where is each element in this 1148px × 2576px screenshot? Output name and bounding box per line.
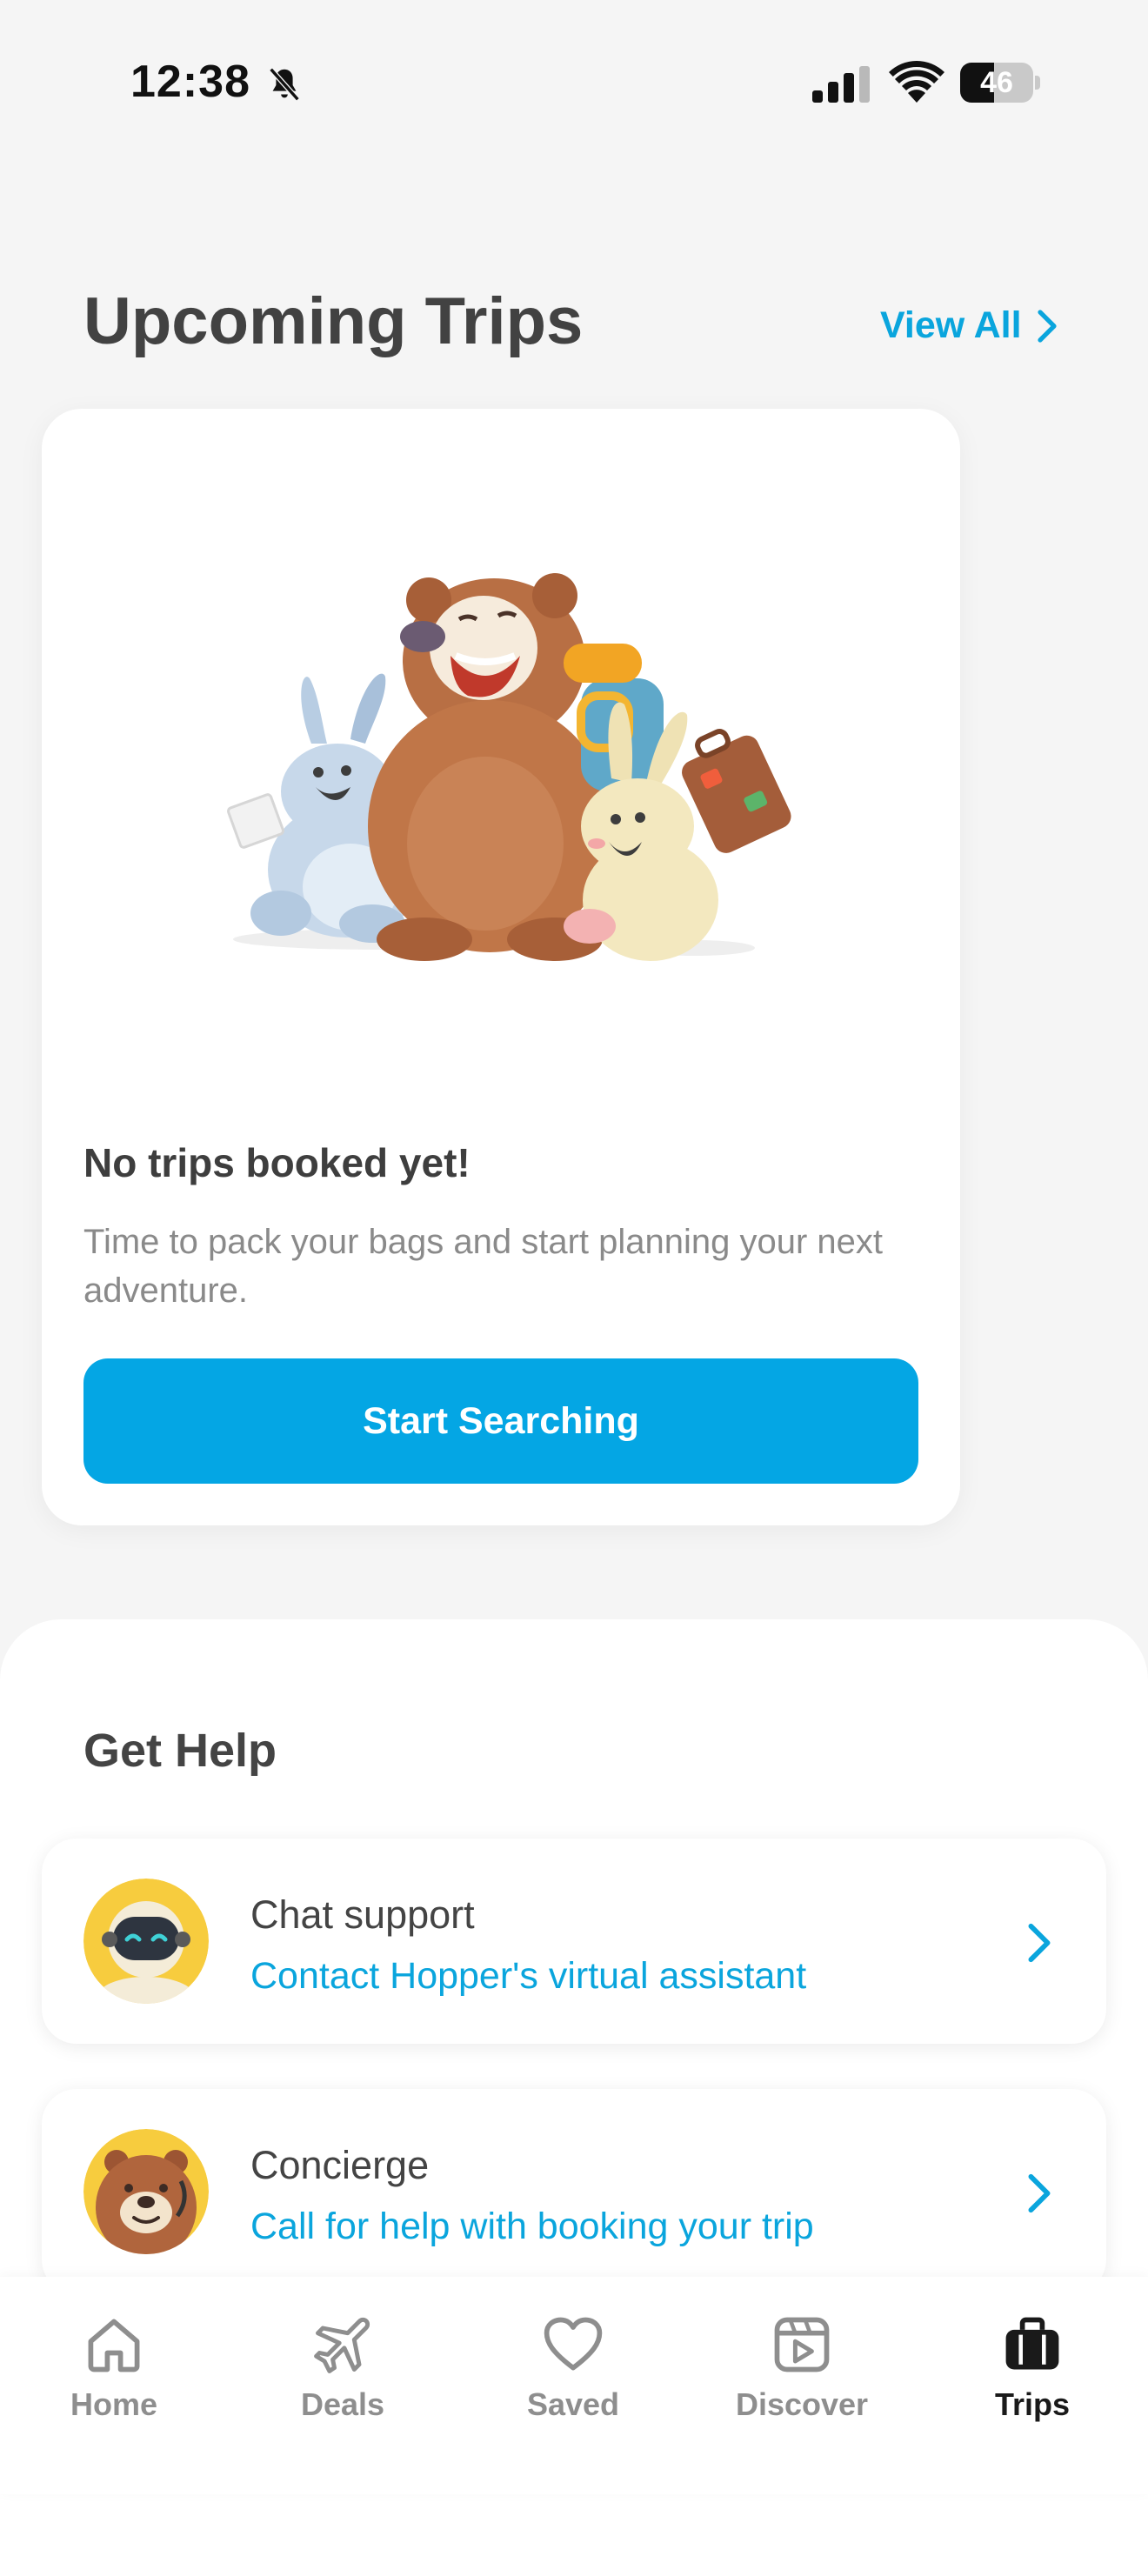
wifi-icon xyxy=(889,61,944,103)
start-searching-button[interactable]: Start Searching xyxy=(83,1358,918,1484)
bottom-tab-bar: Home Deals Saved Discover Trips xyxy=(0,2277,1148,2494)
page-title: Upcoming Trips xyxy=(83,284,584,358)
chevron-right-icon xyxy=(1028,2173,1051,2213)
concierge-title: Concierge xyxy=(250,2143,430,2187)
tab-home[interactable]: Home xyxy=(18,2312,210,2442)
plane-icon xyxy=(314,2317,370,2373)
status-time: 12:38 xyxy=(130,57,250,107)
video-icon xyxy=(774,2317,830,2372)
concierge-subtitle: Call for help with booking your trip xyxy=(250,2206,814,2247)
chat-support-card[interactable]: Chat support Contact Hopper's virtual as… xyxy=(42,1839,1106,2044)
tab-deals[interactable]: Deals xyxy=(247,2312,438,2442)
suitcase-icon xyxy=(1005,2317,1059,2370)
tab-discover[interactable]: Discover xyxy=(706,2312,898,2442)
heart-icon xyxy=(544,2317,603,2371)
tab-home-label: Home xyxy=(70,2386,158,2422)
chat-support-subtitle: Contact Hopper's virtual assistant xyxy=(250,1955,807,1997)
tab-trips-label: Trips xyxy=(994,2386,1071,2422)
status-bar: 12:38 46 xyxy=(0,0,1148,165)
travel-animals-illustration xyxy=(226,573,791,961)
tab-saved[interactable]: Saved xyxy=(477,2312,669,2442)
battery-icon: 46 xyxy=(960,63,1040,103)
view-all-label: View All xyxy=(880,304,1022,346)
home-icon xyxy=(88,2319,140,2372)
battery-level: 46 xyxy=(980,66,1013,99)
bell-slash-icon xyxy=(269,67,300,102)
chat-support-title: Chat support xyxy=(250,1892,475,1937)
chevron-right-icon xyxy=(1028,1923,1051,1963)
tab-deals-label: Deals xyxy=(300,2386,385,2422)
empty-state-description: Time to pack your bags and start plannin… xyxy=(83,1223,884,1310)
tab-trips[interactable]: Trips xyxy=(937,2312,1128,2442)
bear-avatar-icon xyxy=(83,2129,209,2254)
chevron-right-icon xyxy=(1037,309,1057,343)
cellular-signal-icon xyxy=(812,66,870,103)
view-all-link[interactable]: View All xyxy=(880,304,1060,347)
upcoming-trips-card: No trips booked yet! Time to pack your b… xyxy=(42,409,960,1525)
robot-avatar-icon xyxy=(83,1879,209,2004)
tab-discover-label: Discover xyxy=(735,2386,869,2422)
help-section-title: Get Help xyxy=(83,1725,277,1777)
tab-saved-label: Saved xyxy=(526,2386,620,2422)
concierge-card[interactable]: Concierge Call for help with booking you… xyxy=(42,2089,1106,2294)
empty-state-title: No trips booked yet! xyxy=(83,1140,471,1185)
